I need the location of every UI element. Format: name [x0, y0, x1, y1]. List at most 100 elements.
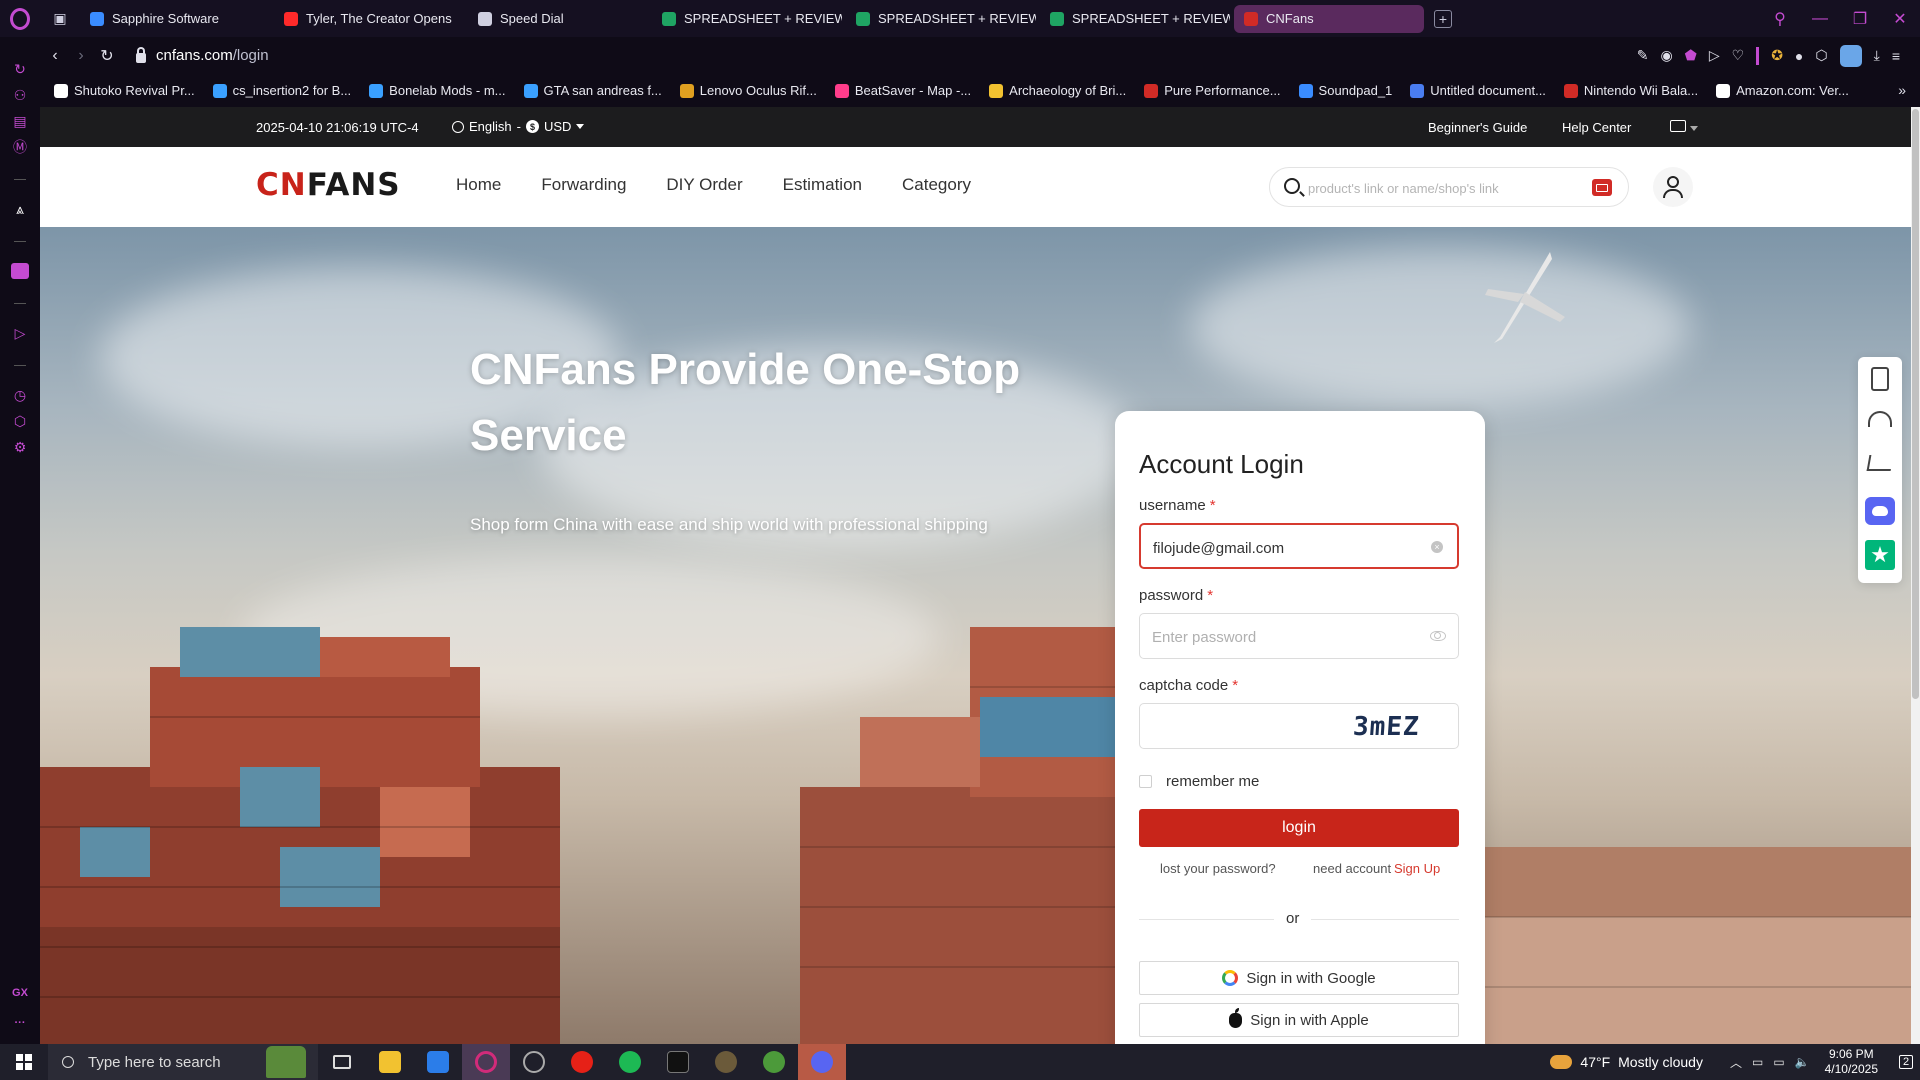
medal-extension-icon[interactable]: ✪	[1771, 47, 1783, 64]
volume-icon[interactable]: 🔈	[1795, 1055, 1810, 1069]
bookmark-item[interactable]: Pure Performance...	[1144, 83, 1281, 98]
browser-tab[interactable]: Speed Dial	[468, 5, 648, 33]
beginners-guide-link[interactable]: Beginner's Guide	[1428, 120, 1527, 135]
chevron-up-icon[interactable]: ︿	[1730, 1054, 1742, 1071]
weather-temp[interactable]: 47°F	[1580, 1054, 1610, 1070]
new-tab-button[interactable]: +	[1434, 9, 1452, 28]
bookmark-item[interactable]: Amazon.com: Ver...	[1716, 83, 1849, 98]
back-button[interactable]: ‹	[42, 47, 68, 65]
sign-up-link[interactable]: Sign Up	[1394, 861, 1440, 876]
messenger-icon[interactable]: Ⓜ	[12, 139, 28, 155]
browser-tab[interactable]: SPREADSHEET + REVIEW	[652, 5, 842, 33]
news-icon[interactable]: ▤	[12, 113, 28, 129]
mail-icon[interactable]	[1670, 120, 1686, 132]
help-center-link[interactable]: Help Center	[1562, 120, 1631, 135]
browser-tab[interactable]: Sapphire Software	[80, 5, 270, 33]
bookmark-item[interactable]: Nintendo Wii Bala...	[1563, 83, 1698, 98]
meet-now-icon[interactable]: ▭	[1752, 1055, 1763, 1069]
mail-chevron-icon[interactable]	[1690, 126, 1698, 131]
product-search-input[interactable]	[1308, 177, 1578, 199]
download-icon[interactable]: ⤓	[1874, 47, 1880, 64]
bookmark-item[interactable]: Lenovo Oculus Rif...	[679, 83, 817, 98]
browser-tab[interactable]: SPREADSHEET + REVIEW	[846, 5, 1036, 33]
sidebar-more-icon[interactable]: ···	[0, 1017, 40, 1029]
react-app-button[interactable]	[510, 1044, 558, 1080]
trustpilot-star-icon[interactable]: ★	[1865, 540, 1895, 570]
twitch-icon[interactable]	[11, 263, 29, 279]
lost-password-link[interactable]: lost your password?	[1160, 861, 1276, 876]
bookmarks-overflow-button[interactable]: »	[1898, 82, 1906, 98]
minimize-button[interactable]: —	[1800, 10, 1840, 28]
file-explorer-button[interactable]	[366, 1044, 414, 1080]
bookmark-item[interactable]: Soundpad_1	[1298, 83, 1392, 98]
spotify-button[interactable]	[606, 1044, 654, 1080]
taskbar-search[interactable]: Type here to search	[48, 1044, 318, 1080]
youtube-button[interactable]	[558, 1044, 606, 1080]
weather-condition[interactable]: Mostly cloudy	[1618, 1054, 1703, 1070]
cart-icon[interactable]	[1866, 455, 1894, 471]
nav-item-home[interactable]: Home	[456, 175, 501, 195]
snapshot-edit-icon[interactable]: ✎	[1637, 47, 1649, 64]
vpn-shield-icon[interactable]: ⬟	[1685, 47, 1697, 64]
bookmark-item[interactable]: Shutoko Revival Pr...	[54, 83, 195, 98]
opera-menu-button[interactable]	[0, 0, 40, 37]
scrollbar-thumb[interactable]	[1912, 109, 1919, 699]
player-icon[interactable]: ▷	[1709, 47, 1720, 64]
tab-islands-icon[interactable]: ▣	[40, 0, 80, 37]
arrow-app-icon[interactable]: ⩓	[12, 201, 28, 217]
discord-icon[interactable]	[1865, 497, 1895, 525]
extensions-cube-icon[interactable]: ⬡	[12, 413, 28, 429]
eye-icon[interactable]	[1430, 631, 1446, 641]
coin-extension-icon[interactable]: ●	[1795, 48, 1803, 64]
ai-aria-icon[interactable]: ↻	[12, 61, 28, 77]
gamepad-icon[interactable]: ⚇	[12, 87, 28, 103]
mobile-app-icon[interactable]	[1871, 367, 1889, 391]
nav-item-estimation[interactable]: Estimation	[783, 175, 862, 195]
cube-extension-icon[interactable]: ⬡	[1815, 47, 1827, 64]
clock[interactable]: 9:06 PM 4/10/2025	[1825, 1047, 1878, 1077]
bookmark-item[interactable]: cs_insertion2 for B...	[212, 83, 351, 98]
remember-me-checkbox[interactable]: remember me	[1139, 773, 1259, 790]
url-field[interactable]: cnfans.com/login	[156, 47, 269, 64]
call-of-duty-button[interactable]	[654, 1044, 702, 1080]
search-icon[interactable]	[1284, 178, 1300, 194]
password-input[interactable]	[1152, 626, 1412, 648]
captcha-image[interactable]: 3mEZ	[1352, 712, 1421, 742]
nav-item-diy-order[interactable]: DIY Order	[666, 175, 742, 195]
maximize-button[interactable]: ❐	[1840, 9, 1880, 29]
checkbox-box[interactable]	[1139, 775, 1152, 788]
store-button[interactable]	[414, 1044, 462, 1080]
page-scrollbar[interactable]	[1911, 107, 1920, 1044]
login-button[interactable]: login	[1139, 809, 1459, 847]
browser-tab[interactable]: SPREADSHEET + REVIEW	[1040, 5, 1230, 33]
username-input[interactable]	[1153, 537, 1413, 559]
gx-corner-icon[interactable]: GX	[0, 987, 40, 999]
browser-tab[interactable]: CNFans	[1234, 4, 1424, 33]
clear-icon[interactable]: ×	[1431, 541, 1443, 553]
cnfans-logo[interactable]: CNFANS	[256, 167, 401, 203]
search-tabs-icon[interactable]: ⚲	[1760, 9, 1800, 29]
game-launcher-button[interactable]	[702, 1044, 750, 1080]
task-view-button[interactable]	[318, 1044, 366, 1080]
image-search-icon[interactable]	[1592, 179, 1612, 196]
bookmark-item[interactable]: GTA san andreas f...	[523, 83, 662, 98]
notification-center-button[interactable]: 2	[1892, 1044, 1920, 1080]
headset-support-icon[interactable]	[1868, 411, 1892, 427]
bookmark-item[interactable]: Archaeology of Bri...	[989, 83, 1126, 98]
forward-button[interactable]: ›	[68, 47, 94, 65]
player-sidebar-icon[interactable]: ▷	[12, 325, 28, 341]
close-window-button[interactable]: ✕	[1880, 9, 1920, 29]
user-account-button[interactable]	[1653, 167, 1693, 207]
settings-gear-icon[interactable]: ⚙	[12, 439, 28, 455]
bookmark-item[interactable]: BeatSaver - Map -...	[834, 83, 971, 98]
start-button[interactable]	[0, 1044, 48, 1080]
nav-item-forwarding[interactable]: Forwarding	[541, 175, 626, 195]
bookmark-item[interactable]: Untitled document...	[1410, 83, 1546, 98]
language-currency-selector[interactable]: English - $ USD	[452, 119, 585, 134]
discord-taskbar-button[interactable]	[798, 1044, 846, 1080]
minecraft-button[interactable]	[750, 1044, 798, 1080]
apple-signin-button[interactable]: Sign in with Apple	[1139, 1003, 1459, 1037]
camera-icon[interactable]: ◉	[1660, 47, 1672, 64]
google-signin-button[interactable]: Sign in with Google	[1139, 961, 1459, 995]
history-icon[interactable]: ◷	[12, 387, 28, 403]
